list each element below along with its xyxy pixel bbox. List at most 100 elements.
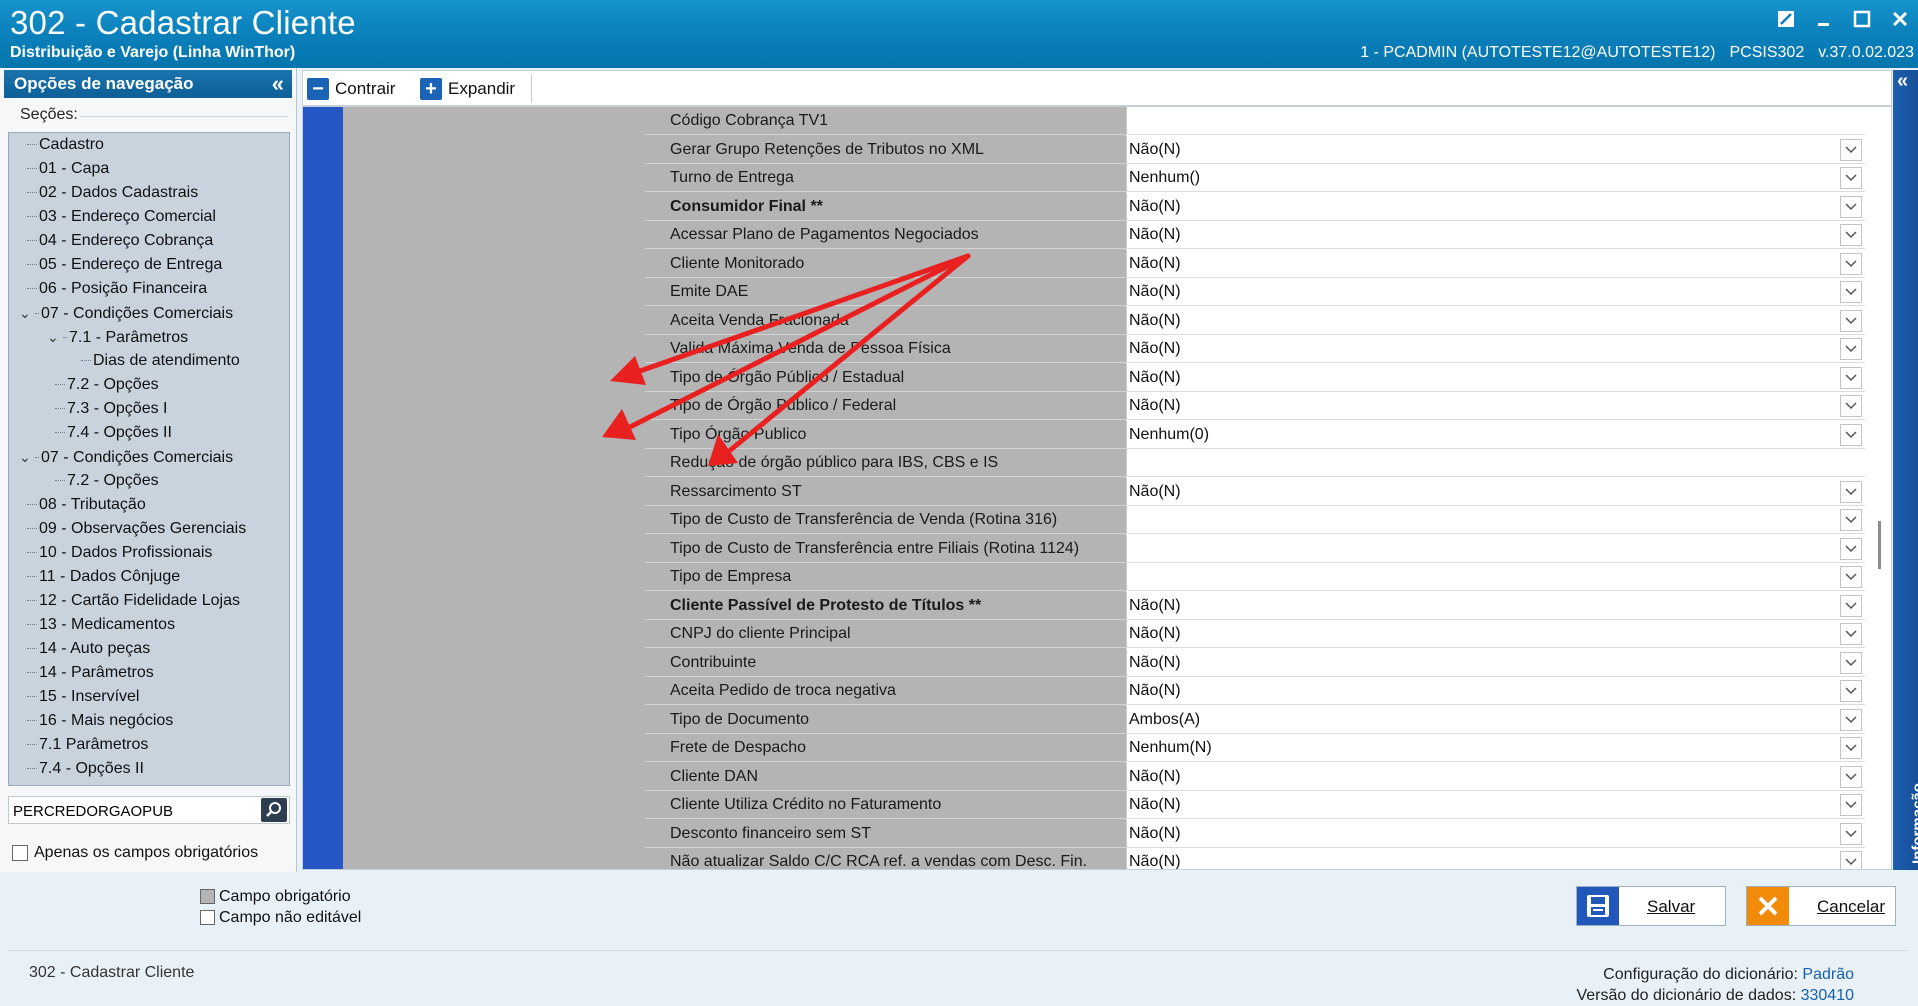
grid-row-value[interactable]: Não(N)	[1126, 677, 1865, 705]
dropdown-button[interactable]	[1840, 224, 1862, 246]
chevron-down-icon[interactable]: ⌄	[19, 445, 35, 469]
dropdown-button[interactable]	[1840, 537, 1862, 560]
grid-row-value[interactable]: Não(N)	[1126, 249, 1865, 278]
information-panel-tab[interactable]: « Informação	[1893, 70, 1918, 870]
grid-row-value[interactable]: Nenhum()	[1126, 164, 1865, 192]
chevron-down-icon	[1845, 202, 1857, 210]
tree-item[interactable]: 05 - Endereço de Entrega	[27, 253, 222, 277]
grid-row-value[interactable]: Não(N)	[1126, 306, 1865, 335]
tree-item[interactable]: 10 - Dados Profissionais	[27, 541, 212, 565]
expand-button[interactable]: + Expandir	[420, 77, 515, 101]
grid-row-value[interactable]	[1126, 534, 1865, 563]
tree-item[interactable]: 13 - Medicamentos	[27, 613, 175, 637]
dropdown-button[interactable]	[1840, 281, 1862, 303]
tree-item[interactable]: 16 - Mais negócios	[27, 709, 173, 733]
grid-row-value[interactable]: Não(N)	[1126, 135, 1865, 164]
maximize-icon[interactable]	[1850, 7, 1874, 31]
dropdown-button[interactable]	[1840, 338, 1862, 360]
dropdown-button[interactable]	[1840, 623, 1862, 645]
grid-row-value[interactable]	[1126, 506, 1865, 534]
only-required-checkbox[interactable]	[12, 845, 28, 861]
grid-row-value[interactable]: Não(N)	[1126, 335, 1865, 363]
tree-item[interactable]: 01 - Capa	[27, 157, 109, 181]
dropdown-button[interactable]	[1840, 594, 1862, 617]
tree-item[interactable]: 14 - Auto peças	[27, 637, 150, 661]
grid-row-value[interactable]: Não(N)	[1126, 620, 1865, 648]
tree-item[interactable]: 03 - Endereço Comercial	[27, 205, 216, 229]
grid-row-value[interactable]: Não(N)	[1126, 648, 1865, 677]
dropdown-button[interactable]	[1840, 423, 1862, 446]
tree-item[interactable]: 7.3 - Opções I	[55, 397, 168, 421]
chevron-down-icon[interactable]: ⌄	[47, 325, 63, 349]
tree-item-expanded[interactable]: ⌄ 07 - Condições Comerciais	[19, 301, 233, 325]
grid-row-value[interactable]	[1126, 107, 1865, 135]
dropdown-button[interactable]	[1840, 195, 1862, 218]
grid-row-value[interactable]: Nenhum(0)	[1126, 420, 1865, 449]
tree-item-expanded[interactable]: ⌄ 7.1 - Parâmetros	[47, 325, 188, 349]
dropdown-button[interactable]	[1840, 680, 1862, 702]
grid-row-value[interactable]: Não(N)	[1126, 762, 1865, 791]
vertical-scrollbar[interactable]	[1866, 107, 1891, 869]
tree-item[interactable]: 7.2 - Opções	[55, 373, 159, 397]
minimize-icon[interactable]	[1812, 7, 1836, 31]
grid-row-value[interactable]: Ambos(A)	[1126, 705, 1865, 734]
tree-item[interactable]: 7.4 - Opções II	[55, 421, 172, 445]
grid-row-value[interactable]: Não(N)	[1126, 278, 1865, 306]
grid-row-value[interactable]	[1126, 563, 1865, 591]
tree-item[interactable]: 09 - Observações Gerenciais	[27, 517, 246, 541]
grid-row-value[interactable]: Não(N)	[1126, 221, 1865, 249]
collapse-button[interactable]: − Contrair	[307, 77, 395, 101]
dropdown-button[interactable]	[1840, 395, 1862, 417]
dropdown-button[interactable]	[1840, 566, 1862, 588]
grid-row-value[interactable]: Não(N)	[1126, 363, 1865, 392]
grid-row-value[interactable]: Não(N)	[1126, 591, 1865, 620]
expand-panel-icon[interactable]: «	[1897, 70, 1908, 93]
dropdown-button[interactable]	[1840, 480, 1862, 503]
dropdown-button[interactable]	[1840, 309, 1862, 332]
grid-row-value[interactable]: Não(N)	[1126, 848, 1865, 869]
field-search-input[interactable]	[9, 797, 255, 825]
dropdown-button[interactable]	[1840, 765, 1862, 788]
tree-item[interactable]: 15 - Inservível	[27, 685, 139, 709]
dropdown-button[interactable]	[1840, 651, 1862, 674]
tree-item[interactable]: Dias de atendimento	[81, 349, 240, 373]
grid-row-value[interactable]: Não(N)	[1126, 192, 1865, 221]
tree-item[interactable]: 7.1 Parâmetros	[27, 733, 148, 757]
dropdown-button[interactable]	[1840, 138, 1862, 161]
grid-row-value[interactable]: Não(N)	[1126, 477, 1865, 506]
tree-item[interactable]: 7.2 - Opções	[55, 469, 159, 493]
tree-item[interactable]: 02 - Dados Cadastrais	[27, 181, 198, 205]
dropdown-button[interactable]	[1840, 509, 1862, 531]
dropdown-button[interactable]	[1840, 366, 1862, 389]
only-required-option[interactable]: Apenas os campos obrigatórios	[12, 844, 258, 862]
tree-item[interactable]: 12 - Cartão Fidelidade Lojas	[27, 589, 240, 613]
tree-item[interactable]: 11 - Dados Cônjuge	[27, 565, 180, 589]
cancel-button[interactable]: Cancelar	[1746, 886, 1896, 926]
save-button[interactable]: Salvar	[1576, 886, 1726, 926]
dropdown-button[interactable]	[1840, 167, 1862, 189]
search-button[interactable]	[261, 798, 287, 822]
grid-row-value[interactable]: Não(N)	[1126, 791, 1865, 819]
grid-row-value[interactable]: Não(N)	[1126, 392, 1865, 420]
chevron-down-icon[interactable]: ⌄	[19, 301, 35, 325]
tree-item[interactable]: 7.4 - Opções II	[27, 757, 144, 781]
tree-item-expanded[interactable]: ⌄ 07 - Condições Comerciais	[19, 445, 233, 469]
grid-row-value[interactable]: Nenhum(N)	[1126, 734, 1865, 762]
dropdown-button[interactable]	[1840, 708, 1862, 731]
tree-item[interactable]: 06 - Posição Financeira	[27, 277, 207, 301]
scrollbar-thumb[interactable]	[1878, 521, 1881, 569]
close-icon[interactable]	[1888, 7, 1912, 31]
dropdown-button[interactable]	[1840, 851, 1862, 869]
tree-item[interactable]: 08 - Tributação	[27, 493, 146, 517]
restore-layout-icon[interactable]	[1774, 7, 1798, 31]
tree-item[interactable]: 14 - Parâmetros	[27, 661, 154, 685]
dropdown-button[interactable]	[1840, 822, 1862, 845]
tree-item[interactable]: 04 - Endereço Cobrança	[27, 229, 213, 253]
collapse-panel-icon[interactable]: «	[272, 71, 284, 97]
dropdown-button[interactable]	[1840, 794, 1862, 816]
dropdown-button[interactable]	[1840, 737, 1862, 759]
tree-item[interactable]: Cadastro	[27, 133, 104, 157]
grid-row-value[interactable]	[1126, 449, 1865, 477]
dropdown-button[interactable]	[1840, 252, 1862, 275]
grid-row-value[interactable]: Não(N)	[1126, 819, 1865, 848]
